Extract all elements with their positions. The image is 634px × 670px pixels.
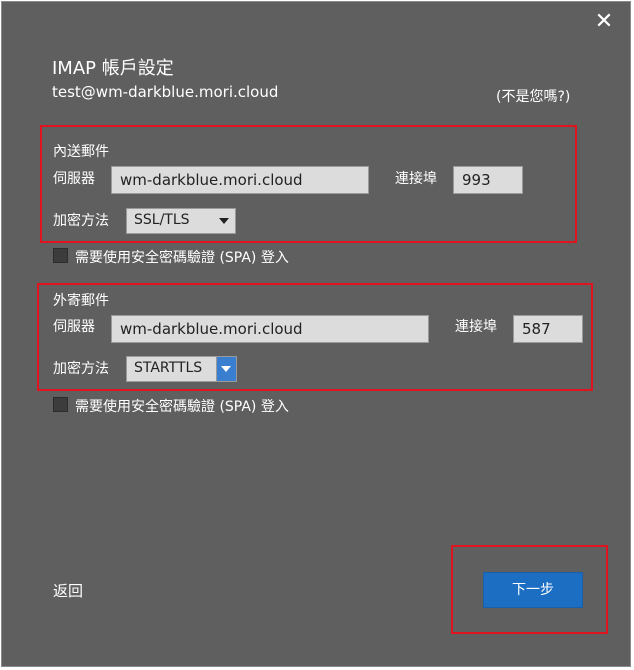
dropdown-button[interactable] (216, 357, 236, 381)
outgoing-spa-label: 需要使用安全密碼驗證 (SPA) 登入 (75, 399, 289, 415)
chevron-down-icon (219, 218, 229, 224)
next-button[interactable]: 下一步 (483, 572, 583, 608)
outgoing-spa-checkbox[interactable] (53, 397, 68, 412)
chevron-down-icon (221, 366, 231, 372)
not-you-link[interactable]: (不是您嗎?) (496, 86, 570, 106)
incoming-server-label: 伺服器 (53, 171, 95, 187)
outgoing-encryption-select[interactable]: STARTTLS (126, 356, 237, 382)
incoming-server-input[interactable]: wm-darkblue.mori.cloud (111, 166, 369, 194)
incoming-section-label: 內送郵件 (53, 144, 109, 160)
outgoing-port-label: 連接埠 (455, 319, 497, 335)
outgoing-server-label: 伺服器 (53, 319, 95, 335)
account-email: test@wm-darkblue.mori.cloud (52, 83, 279, 101)
dialog-title: IMAP 帳戶設定 (52, 58, 174, 79)
incoming-spa-label: 需要使用安全密碼驗證 (SPA) 登入 (75, 250, 289, 266)
incoming-port-input[interactable]: 993 (453, 166, 523, 194)
incoming-encryption-select[interactable]: SSL/TLS (126, 208, 236, 234)
outgoing-server-input[interactable]: wm-darkblue.mori.cloud (111, 315, 429, 343)
incoming-spa-checkbox[interactable] (53, 248, 68, 263)
incoming-port-label: 連接埠 (395, 171, 437, 187)
close-icon[interactable]: ✕ (592, 10, 616, 34)
incoming-encryption-value: SSL/TLS (134, 212, 190, 228)
outgoing-port-input[interactable]: 587 (513, 315, 583, 343)
back-link[interactable]: 返回 (53, 580, 83, 601)
outgoing-encryption-label: 加密方法 (53, 361, 109, 377)
outgoing-encryption-value: STARTTLS (134, 360, 203, 376)
imap-settings-dialog: ✕ IMAP 帳戶設定 test@wm-darkblue.mori.cloud … (1, 1, 631, 667)
incoming-encryption-label: 加密方法 (53, 213, 109, 229)
outgoing-section-label: 外寄郵件 (53, 293, 109, 309)
